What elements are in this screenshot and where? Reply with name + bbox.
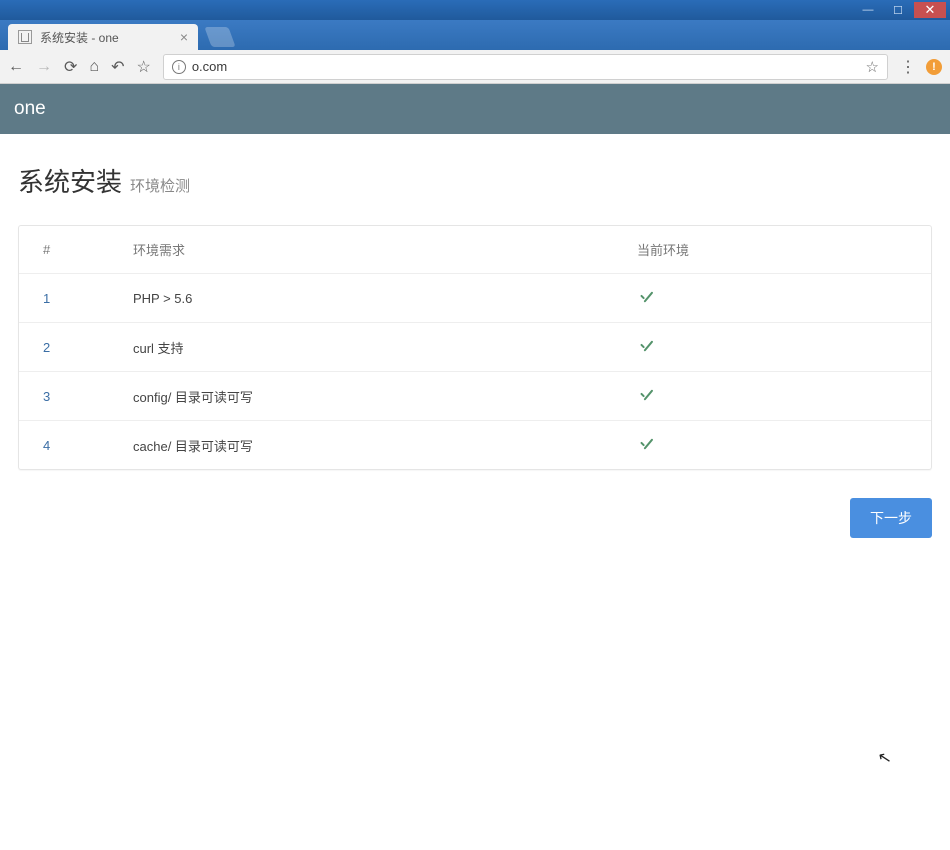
bookmark-star-icon[interactable]: ☆ (136, 57, 150, 77)
row-index: 2 (43, 340, 133, 355)
browser-menu-icon[interactable]: ⋮ (900, 57, 916, 77)
page-content: 系统安装 环境检测 # 环境需求 当前环境 1 PHP > 5.6 2 curl… (0, 134, 950, 538)
check-icon (637, 288, 657, 308)
home-button[interactable]: ⌂ (89, 58, 99, 76)
row-index: 1 (43, 291, 133, 306)
page-icon (18, 30, 32, 44)
row-status (637, 435, 907, 455)
check-icon (637, 386, 657, 406)
page-title: 系统安装 环境检测 (18, 162, 932, 199)
row-index: 3 (43, 389, 133, 404)
new-tab-button[interactable] (204, 27, 235, 47)
tab-title: 系统安装 - one (40, 29, 119, 46)
table-row: 1 PHP > 5.6 (19, 273, 931, 322)
back-button[interactable]: ← (8, 58, 24, 76)
site-info-icon[interactable]: i (172, 60, 186, 74)
app-brand: one (14, 98, 46, 120)
window-minimize-button[interactable]: — (854, 2, 882, 18)
table-row: 2 curl 支持 (19, 322, 931, 371)
col-index: # (43, 242, 133, 257)
url-text: o.com (192, 59, 227, 74)
window-close-button[interactable]: ✕ (914, 2, 946, 18)
undo-button[interactable]: ↶ (111, 57, 124, 77)
page-title-text: 系统安装 (18, 162, 122, 199)
reload-button[interactable]: ⟳ (64, 57, 77, 77)
row-label: PHP > 5.6 (133, 291, 637, 306)
row-label: cache/ 目录可读可写 (133, 436, 637, 455)
table-row: 4 cache/ 目录可读可写 (19, 420, 931, 469)
window-maximize-button[interactable]: ☐ (884, 2, 912, 18)
check-icon (637, 435, 657, 455)
actions-bar: 下一步 (18, 498, 932, 538)
row-index: 4 (43, 438, 133, 453)
window-titlebar: — ☐ ✕ (0, 0, 950, 20)
row-status (637, 386, 907, 406)
browser-tabstrip: 系统安装 - one × (0, 20, 950, 50)
row-status (637, 337, 907, 357)
bookmark-page-icon[interactable]: ☆ (866, 58, 879, 76)
table-row: 3 config/ 目录可读可写 (19, 371, 931, 420)
row-label: curl 支持 (133, 338, 637, 357)
row-label: config/ 目录可读可写 (133, 387, 637, 406)
browser-tab[interactable]: 系统安装 - one × (8, 24, 198, 50)
env-check-table: # 环境需求 当前环境 1 PHP > 5.6 2 curl 支持 3 conf… (18, 225, 932, 470)
app-header: one (0, 84, 950, 134)
next-button[interactable]: 下一步 (850, 498, 932, 538)
table-header-row: # 环境需求 当前环境 (19, 226, 931, 273)
col-requirement: 环境需求 (133, 240, 637, 259)
row-status (637, 288, 907, 308)
check-icon (637, 337, 657, 357)
browser-toolbar: ← → ⟳ ⌂ ↶ ☆ i o.com ☆ ⋮ ! (0, 50, 950, 84)
col-status: 当前环境 (637, 240, 907, 259)
address-bar[interactable]: i o.com ☆ (163, 54, 888, 80)
tab-close-icon[interactable]: × (180, 29, 188, 45)
page-subtitle: 环境检测 (130, 175, 190, 196)
warning-badge-icon[interactable]: ! (926, 59, 942, 75)
mouse-cursor-icon: ↖ (876, 747, 893, 769)
forward-button[interactable]: → (36, 58, 52, 76)
